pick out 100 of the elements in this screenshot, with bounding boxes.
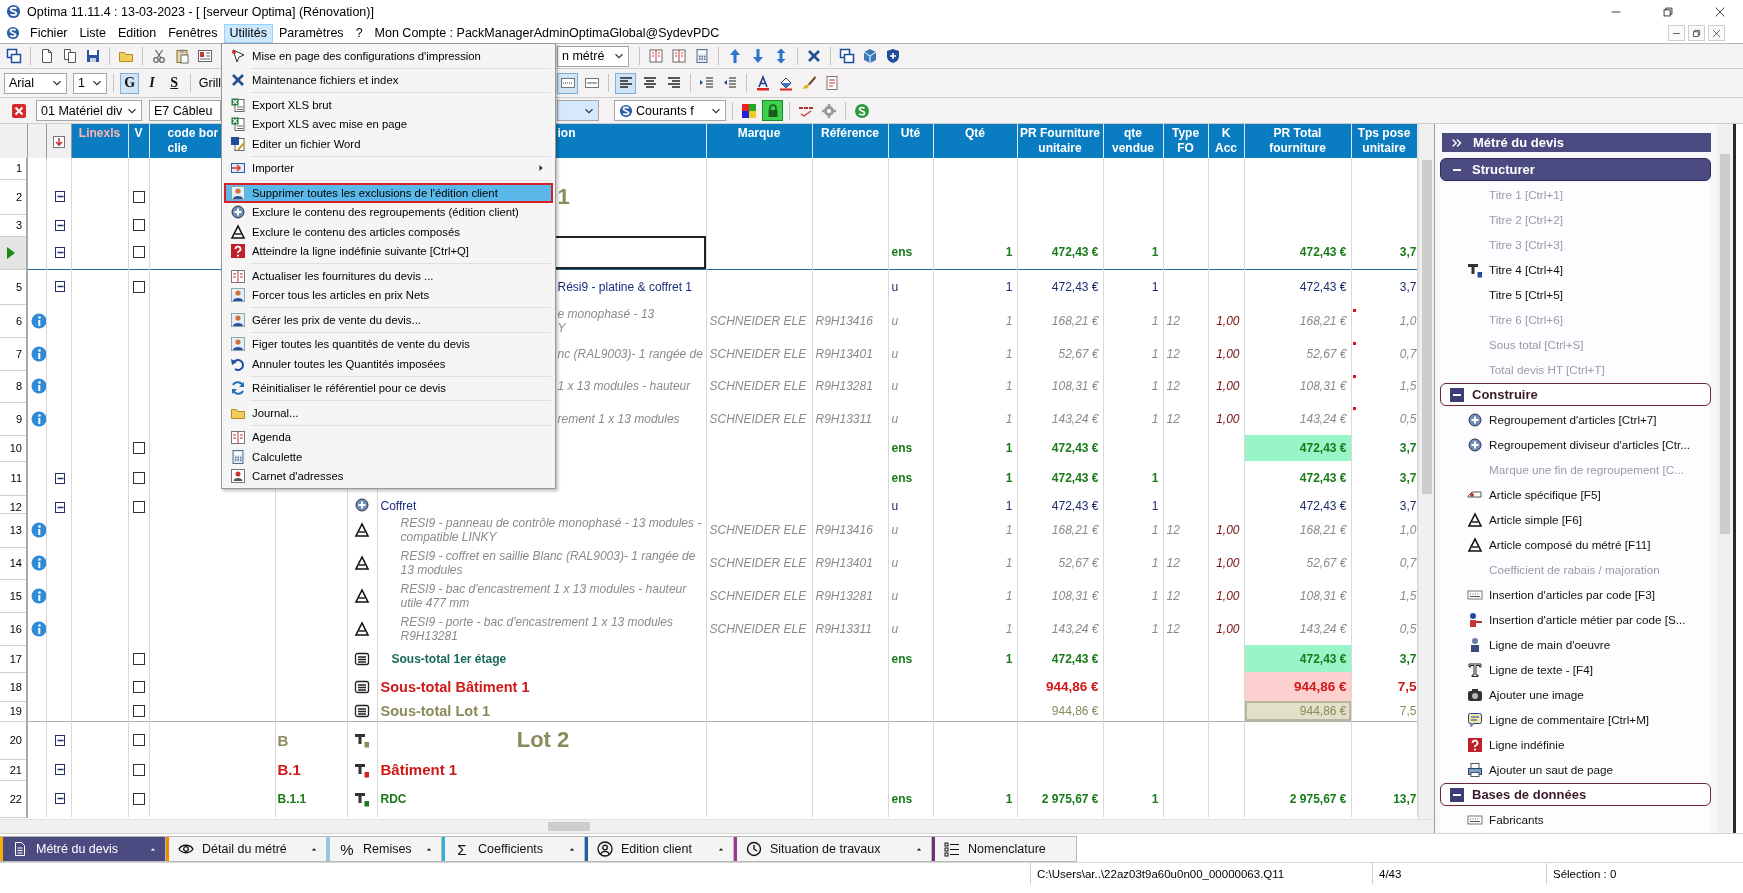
table-cell: 1,5	[1399, 588, 1417, 603]
column-header[interactable]: Type FO	[1163, 124, 1208, 158]
table-cell: 1	[1005, 411, 1013, 426]
panel-item[interactable]: Article spécifique [F5]	[1440, 482, 1711, 507]
table-cell: 0,5	[1399, 621, 1417, 636]
tab[interactable]: Métré du devis	[0, 836, 166, 862]
panel-item[interactable]: Ligne de commentaire [Ctrl+M]	[1440, 707, 1711, 732]
menu-item[interactable]: Liste	[73, 23, 112, 43]
column-header[interactable]: Uté	[888, 124, 933, 158]
table-cell: 1,00	[1216, 379, 1240, 393]
table-cell: 472,43 €	[1051, 471, 1099, 485]
tab[interactable]: Σ Coefficients	[442, 836, 585, 862]
panel-item[interactable]: Regroupement d'articles [Ctrl+7]	[1440, 407, 1711, 432]
menu-item[interactable]: Figer toutes les quantités de vente du devis	[224, 334, 553, 354]
row-number: 10	[9, 442, 22, 454]
panel-item[interactable]: Ajouter un saut de page	[1440, 757, 1711, 782]
tab[interactable]: Situation de travaux	[734, 836, 932, 862]
menu-item[interactable]: Calculette	[224, 447, 553, 467]
italic-button[interactable]: I	[142, 72, 162, 94]
table-cell: 13,7	[1393, 791, 1417, 806]
menu-item[interactable]: Atteindre la ligne indéfinie suivante [Ctrl+Q]	[224, 241, 553, 261]
row-number: 22	[9, 792, 22, 805]
column-header[interactable]: V	[128, 124, 149, 158]
panel-item[interactable]: Ligne de texte - [F4]	[1440, 657, 1711, 682]
tab[interactable]: % Remises	[327, 836, 442, 862]
bold-button[interactable]: G	[120, 72, 140, 94]
menu-item[interactable]: Forcer tous les articles en prix Nets	[224, 285, 553, 305]
column-header[interactable]: PR Total fourniture	[1244, 124, 1351, 158]
panel-item[interactable]: Insertion d'article métier par code [S...	[1440, 607, 1711, 632]
menu-item[interactable]: Paramètres	[273, 23, 350, 43]
panel-item[interactable]: Ajouter une image	[1440, 682, 1711, 707]
table-cell: 1,00	[1216, 556, 1240, 570]
tab-glyph: %	[339, 840, 355, 858]
column-header[interactable]: Marque	[706, 124, 812, 158]
menu-item[interactable]: Utilités	[223, 23, 273, 43]
panel-item[interactable]: Regroupement diviseur d'articles [Ctr...	[1440, 432, 1711, 457]
column-header[interactable]: Référence	[812, 124, 888, 158]
tab[interactable]: Détail du métré	[166, 836, 327, 862]
table-cell: R9H13281	[815, 588, 873, 603]
underline-button[interactable]: S	[164, 72, 184, 94]
menu-item[interactable]: ?	[349, 23, 369, 43]
column-header[interactable]: PR Fourniture unitaire	[1017, 124, 1103, 158]
menu-item[interactable]: Importer	[224, 158, 553, 178]
menu-item[interactable]: Fenêtres	[162, 23, 224, 43]
column-header[interactable]: K Acc	[1208, 124, 1244, 158]
panel-item[interactable]: Titre 5 [Ctrl+5]	[1440, 282, 1711, 307]
table-cell: 3,7	[1399, 499, 1417, 513]
table-cell: 472,43 €	[1244, 645, 1351, 672]
section-header[interactable]: Structurer	[1440, 158, 1711, 181]
panel-item[interactable]: Ligne indéfinie	[1440, 732, 1711, 757]
menu-item[interactable]: Gérer les prix de vente du devis...	[224, 310, 553, 330]
code-dropdown[interactable]: E7 Câbleu	[149, 100, 221, 121]
family-dropdown[interactable]: 01 Matériel div	[36, 100, 142, 121]
table-cell: 944,86 €	[1045, 679, 1099, 694]
column-header[interactable]: Tps pose unitaire	[1351, 124, 1417, 158]
table-cell: 1,0	[1399, 523, 1417, 537]
row-number: 13	[9, 524, 22, 536]
table-cell: 12	[1166, 556, 1180, 570]
tab[interactable]: Edition client	[585, 836, 734, 862]
menu-item[interactable]: Carnet d'adresses	[224, 466, 553, 486]
table-cell: nc (RAL9003)- 1 rangée de	[557, 346, 703, 361]
table-cell: B.1	[277, 761, 301, 778]
table-cell: 1	[1151, 621, 1159, 636]
menu-item[interactable]: Export XLS brut	[224, 95, 553, 115]
table-cell: 143,24 €	[1051, 621, 1099, 636]
menu-item[interactable]: Edition	[111, 23, 163, 43]
menu-item[interactable]: Journal...	[224, 403, 553, 423]
font-dropdown[interactable]: Arial	[4, 72, 67, 94]
menu-item[interactable]: Fichier	[24, 23, 74, 43]
panel-header[interactable]: Métré du devis	[1442, 133, 1711, 152]
menu-item[interactable]: Actualiser les fournitures du devis ...	[224, 266, 553, 286]
menu-item[interactable]: Agenda	[224, 427, 553, 447]
view-dropdown[interactable]: n métré	[557, 45, 629, 67]
panel-item[interactable]: Insertion d'articles par code [F3]	[1440, 582, 1711, 607]
column-header[interactable]: Qté	[933, 124, 1017, 158]
table-cell: 143,24 €	[1299, 621, 1347, 636]
menu-item[interactable]: Supprimer toutes les exclusions de l'édition client	[224, 183, 553, 203]
menu-item[interactable]: Maintenance fichiers et index	[224, 70, 553, 90]
panel-item[interactable]: Fabricants	[1440, 807, 1711, 832]
panel-item[interactable]: Titre 4 [Ctrl+4]	[1440, 257, 1711, 282]
table-cell: 52,67 €	[1058, 556, 1099, 570]
menu-item[interactable]: Exclure le contenu des articles composés	[224, 222, 553, 242]
panel-item[interactable]: Ligne de main d'oeuvre	[1440, 632, 1711, 657]
section-header[interactable]: Bases de données	[1440, 783, 1711, 806]
menu-item[interactable]: Annuler toutes les Quantités imposées	[224, 354, 553, 374]
section-header[interactable]: Construire	[1440, 383, 1711, 406]
tab[interactable]: Nomenclature	[932, 836, 1077, 862]
panel-item[interactable]: Article composé du métré [F11]	[1440, 532, 1711, 557]
table-cell: R9H13401	[815, 556, 873, 570]
filter-dropdown[interactable]: Courants f	[614, 100, 726, 121]
font-size-dropdown[interactable]: 1	[73, 72, 107, 94]
panel-item[interactable]: Article simple [F6]	[1440, 507, 1711, 532]
table-cell: u	[891, 346, 899, 361]
menu-item[interactable]: Réinitialiser le référentiel pour ce devis	[224, 378, 553, 398]
table-cell: 1,00	[1216, 588, 1240, 603]
table-cell: 472,43 €	[1244, 435, 1351, 461]
menu-item[interactable]: Exclure le contenu des regroupements (édition client)	[224, 202, 553, 222]
menu-item[interactable]: Mise en page des configurations d'impression	[224, 46, 553, 66]
column-header[interactable]: qte vendue	[1103, 124, 1163, 158]
table-cell: 168,21 €	[1299, 523, 1347, 537]
